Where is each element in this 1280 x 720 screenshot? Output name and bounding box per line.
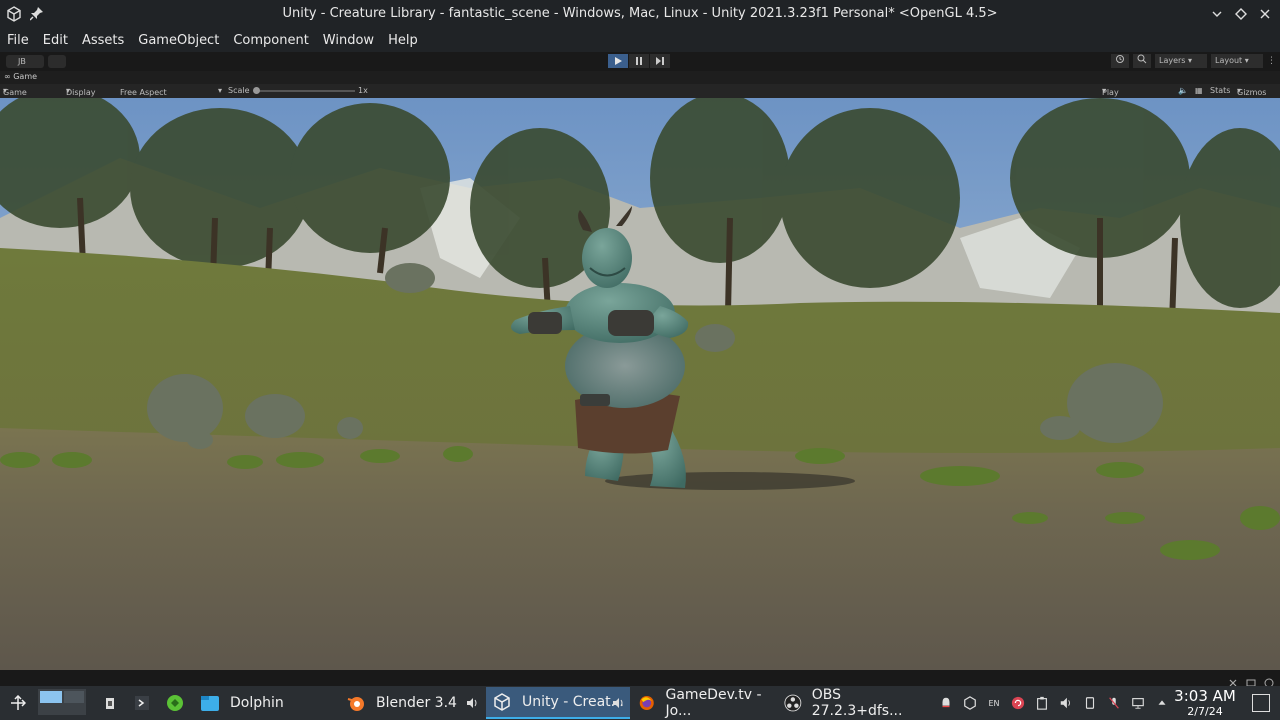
keyboard-layout-indicator[interactable]: EN (986, 695, 1002, 711)
task-firefox[interactable]: GameDev.tv - Jo... (632, 687, 776, 719)
clock-time: 3:03 AM (1174, 687, 1236, 705)
search-button[interactable] (1133, 54, 1151, 68)
digital-clock[interactable]: 3:03 AM 2/7/24 (1168, 687, 1242, 719)
close-icon[interactable] (1258, 6, 1272, 20)
audio-playing-icon[interactable] (612, 697, 624, 709)
show-desktop-button[interactable] (1252, 694, 1270, 712)
step-icon (656, 57, 664, 65)
menu-window[interactable]: Window (323, 33, 374, 48)
menu-assets[interactable]: Assets (82, 33, 124, 48)
terminal-icon[interactable] (134, 695, 150, 711)
window-title: Unity - Creature Library - fantastic_sce… (282, 6, 998, 21)
title-bar: Unity - Creature Library - fantastic_sce… (0, 0, 1280, 28)
layers-label: Layers (1159, 56, 1186, 65)
task-blender[interactable]: Blender 3.4 (340, 687, 484, 719)
task-label: Unity - Creat... (522, 694, 624, 710)
task-label: GameDev.tv - Jo... (665, 687, 762, 719)
menu-gameobject[interactable]: GameObject (138, 33, 219, 48)
layout-dropdown[interactable]: Layout ▾ (1211, 54, 1263, 68)
obs-icon (784, 694, 802, 712)
game-tab-icon: ∞ (4, 72, 11, 81)
task-dolphin[interactable]: Dolphin (194, 687, 338, 719)
maximize-icon[interactable] (1234, 6, 1248, 20)
microphone-muted-icon[interactable] (1106, 695, 1122, 711)
gizmos-label: Gizmos (1237, 88, 1267, 97)
network-icon[interactable] (1130, 695, 1146, 711)
progress-icon[interactable] (1246, 673, 1256, 687)
menu-component[interactable]: Component (233, 33, 308, 48)
game-viewport[interactable] (0, 98, 1280, 670)
update-icon[interactable] (1010, 695, 1026, 711)
virtual-desktop-pager[interactable] (38, 689, 86, 715)
game-scene (0, 98, 1280, 670)
play-icon (615, 57, 622, 65)
game-view-toolbar: Game ▾ Display 1 ▾ Free Aspect ▾ Scale 1x… (0, 84, 1280, 106)
scale-value: 1x (358, 86, 368, 95)
audio-playing-icon[interactable] (466, 697, 478, 709)
account-dropdown[interactable]: JB (6, 55, 44, 68)
pause-button[interactable] (629, 54, 649, 68)
step-button[interactable] (650, 54, 670, 68)
volume-icon[interactable] (1058, 695, 1074, 711)
game-mode-dropdown[interactable]: Game ▾ (3, 86, 27, 97)
firefox-icon (639, 696, 654, 710)
taskbar: Dolphin Blender 3.4 Unity - Creat... Gam… (0, 686, 1280, 720)
green-app-icon[interactable] (167, 695, 183, 711)
menu-bar: File Edit Assets GameObject Component Wi… (0, 28, 1280, 52)
minimize-icon[interactable] (1210, 6, 1224, 20)
play-mode-dropdown[interactable]: Play Maximized ▾ (1102, 86, 1145, 106)
app-launcher-icon[interactable] (10, 695, 26, 711)
scale-label: Scale (228, 86, 250, 95)
menu-edit[interactable]: Edit (43, 33, 68, 48)
account-label: JB (18, 57, 26, 66)
more-menu-icon[interactable]: ⋮ (1267, 56, 1276, 66)
scale-slider-track[interactable] (255, 90, 355, 92)
layout-label: Layout (1215, 56, 1243, 65)
search-icon (1137, 54, 1147, 64)
panel-tab-bar: ∞ Game (0, 71, 1280, 84)
task-obs[interactable]: OBS 27.2.3+dfs... (778, 687, 922, 719)
console-icon[interactable] (1264, 673, 1274, 688)
history-button[interactable] (1111, 54, 1129, 68)
task-unity[interactable]: Unity - Creat... (486, 687, 630, 719)
display-dropdown[interactable]: Display 1 ▾ (66, 86, 96, 106)
task-label: OBS 27.2.3+dfs... (811, 687, 903, 719)
game-mode-label: Game (3, 88, 27, 97)
desktop-1[interactable] (40, 691, 62, 703)
unity-hub-tray-icon[interactable] (962, 695, 978, 711)
clipboard-icon[interactable] (1034, 695, 1050, 711)
dirt-ground (0, 428, 1280, 670)
status-bar (0, 670, 1280, 688)
stats-button[interactable]: Stats (1210, 86, 1230, 95)
layers-dropdown[interactable]: Layers ▾ (1155, 54, 1207, 68)
creature-shadow (605, 472, 855, 490)
history-icon (1116, 55, 1124, 63)
menu-help[interactable]: Help (388, 33, 418, 48)
aspect-label: Free Aspect (120, 88, 167, 97)
task-label: Dolphin (230, 695, 284, 711)
task-label: Blender 3.4 (376, 695, 457, 711)
cloud-icon[interactable] (48, 55, 66, 68)
clock-date: 2/7/24 (1187, 705, 1223, 718)
aspect-dropdown-arrow: ▾ (217, 86, 222, 95)
gizmos-dropdown[interactable]: Gizmos ▾ (1237, 86, 1266, 97)
stats-icon: ▦ (1195, 86, 1203, 95)
menu-file[interactable]: File (7, 33, 29, 48)
desktop-2[interactable] (64, 691, 84, 703)
notifications-icon[interactable] (938, 695, 954, 711)
device-icon[interactable] (1082, 695, 1098, 711)
tab-game[interactable]: ∞ Game (4, 72, 37, 81)
network-status-icon[interactable] (1228, 673, 1238, 687)
play-button[interactable] (608, 54, 628, 68)
pause-icon (636, 57, 642, 65)
mute-audio-icon[interactable]: 🔈 (1178, 86, 1188, 95)
blender-icon (347, 697, 364, 711)
unity-toolbar: JB Layers ▾ Layout ▾ ⋮ (0, 52, 1280, 71)
system-tray: EN (938, 695, 1170, 711)
tab-game-label: Game (13, 72, 38, 81)
folder-icon (201, 696, 219, 711)
scale-slider-handle[interactable] (253, 87, 260, 94)
trash-icon[interactable] (102, 695, 118, 711)
unity-icon (494, 693, 510, 711)
